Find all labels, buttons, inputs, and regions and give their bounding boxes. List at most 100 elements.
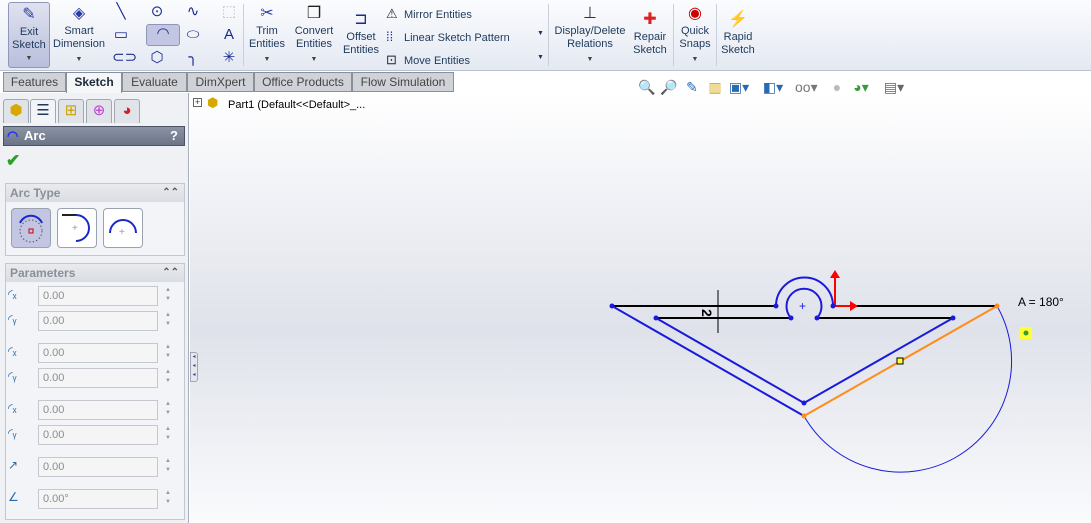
- 3-point-arc-button[interactable]: +: [103, 208, 143, 248]
- spinner-button[interactable]: ▲ ▼: [163, 400, 173, 420]
- edit-appearance-icon[interactable]: ●: [826, 78, 848, 96]
- feature-tree-root[interactable]: Part1 (Default<<Default>_...: [228, 99, 365, 111]
- expand-tree-icon[interactable]: +: [193, 98, 202, 107]
- view-orientation-icon[interactable]: ▣▾: [728, 78, 750, 96]
- collapse-icon[interactable]: ⌃⌃: [162, 264, 179, 282]
- trim-entities-button[interactable]: ✂ Trim Entities ▼: [246, 2, 288, 68]
- slot-icon[interactable]: ⊂⊃: [112, 49, 137, 67]
- quick-snaps-button[interactable]: ◉ Quick Snaps ▼: [676, 2, 714, 68]
- tangent-arc-button[interactable]: +: [57, 208, 97, 248]
- apply-scene-icon[interactable]: ◕▾: [850, 78, 872, 96]
- help-button[interactable]: ?: [170, 127, 178, 145]
- chevron-down-icon[interactable]: ▼: [9, 52, 49, 65]
- offset-entities-button[interactable]: ⊐ Offset Entities: [340, 8, 382, 74]
- center-y-input[interactable]: 0.00: [38, 311, 158, 331]
- chevron-down-icon[interactable]: ▼: [537, 30, 544, 37]
- configuration-manager-tab-icon[interactable]: ⊞: [58, 99, 84, 123]
- arc-type-header[interactable]: Arc Type ⌃⌃: [6, 184, 184, 202]
- tab-flow-simulation[interactable]: Flow Simulation: [352, 72, 454, 92]
- parameter-row: ↗ 0.00 ▲ ▼: [8, 457, 178, 477]
- display-manager-tab-icon[interactable]: ◕: [114, 99, 140, 123]
- panel-collapse-handle[interactable]: ◂ ◂ ◂: [190, 352, 198, 382]
- tab-dimxpert[interactable]: DimXpert: [187, 72, 254, 92]
- rapid-sketch-button[interactable]: ⚡ Rapid Sketch: [718, 8, 758, 74]
- circle-icon[interactable]: ⊙: [148, 3, 166, 21]
- relations-icon: ⊥: [583, 5, 597, 22]
- start-x-input[interactable]: 0.00: [38, 343, 158, 363]
- collapse-icon[interactable]: ⌃⌃: [162, 184, 179, 202]
- centerpoint-arc-tool[interactable]: ◠: [146, 24, 180, 46]
- chevron-down-icon[interactable]: ▼: [553, 53, 627, 66]
- display-style-icon[interactable]: ◧▾: [762, 78, 784, 96]
- smart-dimension-button[interactable]: ◈ Smart Dimension ▼: [53, 2, 105, 68]
- parameter-row: ◜ᵧ 0.00 ▲ ▼: [8, 311, 178, 331]
- exit-sketch-button[interactable]: ✎ Exit Sketch ▼: [8, 2, 50, 68]
- spinner-button[interactable]: ▲ ▼: [163, 311, 173, 331]
- parameters-header[interactable]: Parameters ⌃⌃: [6, 264, 184, 282]
- rectangle-icon[interactable]: ▭: [112, 26, 130, 44]
- mirror-entities-button[interactable]: ⚠ Mirror Entities: [386, 6, 472, 22]
- spinner-button[interactable]: ▲ ▼: [163, 343, 173, 363]
- centerpoint-arc-button[interactable]: [11, 208, 51, 248]
- repair-sketch-icon: ✚: [643, 11, 657, 28]
- parameter-row: ◜ₓ 0.00 ▲ ▼: [8, 400, 178, 420]
- parameter-row: ◜ᵧ 0.00 ▲ ▼: [8, 425, 178, 445]
- graphics-area[interactable]: [190, 93, 1091, 523]
- center-x-input[interactable]: 0.00: [38, 286, 158, 306]
- chevron-down-icon[interactable]: ▼: [53, 53, 105, 66]
- tab-sketch[interactable]: Sketch: [66, 72, 122, 93]
- command-manager-tabs: Features Sketch Evaluate DimXpert Office…: [0, 72, 1091, 93]
- spinner-button[interactable]: ▲ ▼: [163, 457, 173, 477]
- separator: [716, 4, 717, 66]
- separator: [243, 4, 244, 66]
- tangent-arc-icon: +: [62, 214, 90, 242]
- linear-sketch-pattern-button[interactable]: ⁞⁞ Linear Sketch Pattern: [386, 29, 510, 44]
- 3-point-arc-icon: +: [109, 219, 137, 238]
- arc-type-group: Arc Type ⌃⌃ + +: [5, 183, 185, 256]
- section-view-icon[interactable]: ▥: [704, 78, 726, 96]
- convert-entities-icon: ❒: [306, 5, 322, 22]
- spinner-button[interactable]: ▲ ▼: [163, 286, 173, 306]
- ok-checkmark-button[interactable]: ✔: [6, 151, 20, 171]
- dimxpert-manager-tab-icon[interactable]: ⊕: [86, 99, 112, 123]
- centerpoint-arc-icon: [19, 214, 43, 243]
- repair-sketch-button[interactable]: ✚ Repair Sketch: [630, 8, 670, 74]
- tab-office-products[interactable]: Office Products: [254, 72, 352, 92]
- tab-features[interactable]: Features: [3, 72, 66, 92]
- convert-entities-button[interactable]: ❒ Convert Entities ▼: [290, 2, 338, 68]
- quick-snaps-icon: ◉: [688, 5, 702, 22]
- property-manager-tab-icon[interactable]: ☰: [30, 99, 56, 123]
- chevron-down-icon[interactable]: ▼: [246, 53, 288, 66]
- ellipse-icon[interactable]: ⬭: [184, 26, 202, 44]
- hide-show-items-icon[interactable]: oo▾: [795, 78, 818, 96]
- text-icon[interactable]: A: [220, 26, 238, 44]
- spline-icon[interactable]: ∿: [184, 3, 202, 21]
- fillet-icon[interactable]: ╮: [184, 49, 202, 67]
- spinner-button[interactable]: ▲ ▼: [163, 425, 173, 445]
- tab-evaluate[interactable]: Evaluate: [122, 72, 187, 92]
- move-entities-button[interactable]: ⊡ Move Entities: [386, 52, 470, 68]
- previous-view-icon[interactable]: ✎: [681, 78, 703, 96]
- spinner-button[interactable]: ▲ ▼: [163, 489, 173, 509]
- end-y-input[interactable]: 0.00: [38, 425, 158, 445]
- plane-icon[interactable]: ⬚: [220, 3, 238, 21]
- polygon-icon[interactable]: ⬡: [148, 49, 166, 67]
- radius-input[interactable]: 0.00: [38, 457, 158, 477]
- feature-manager-tab-icon[interactable]: ⬢: [3, 99, 29, 123]
- display-delete-relations-button[interactable]: ⊥ Display/Delete Relations ▼: [553, 2, 627, 68]
- spinner-button[interactable]: ▲ ▼: [163, 368, 173, 388]
- end-x-input[interactable]: 0.00: [38, 400, 158, 420]
- trim-icon: ✂: [260, 5, 274, 22]
- zoom-to-fit-icon[interactable]: 🔍: [636, 78, 658, 96]
- parameter-row: ∠ 0.00° ▲ ▼: [8, 489, 178, 509]
- view-settings-icon[interactable]: ▤▾: [883, 78, 905, 96]
- chevron-down-icon[interactable]: ▼: [676, 53, 714, 66]
- zoom-to-area-icon[interactable]: 🔎: [658, 78, 680, 96]
- line-icon[interactable]: ╲: [112, 3, 130, 21]
- angle-input[interactable]: 0.00°: [38, 489, 158, 509]
- move-icon: ⊡: [386, 52, 397, 67]
- chevron-down-icon[interactable]: ▼: [290, 53, 338, 66]
- start-y-input[interactable]: 0.00: [38, 368, 158, 388]
- chevron-down-icon[interactable]: ▼: [537, 54, 544, 61]
- point-icon[interactable]: ✳: [220, 49, 238, 67]
